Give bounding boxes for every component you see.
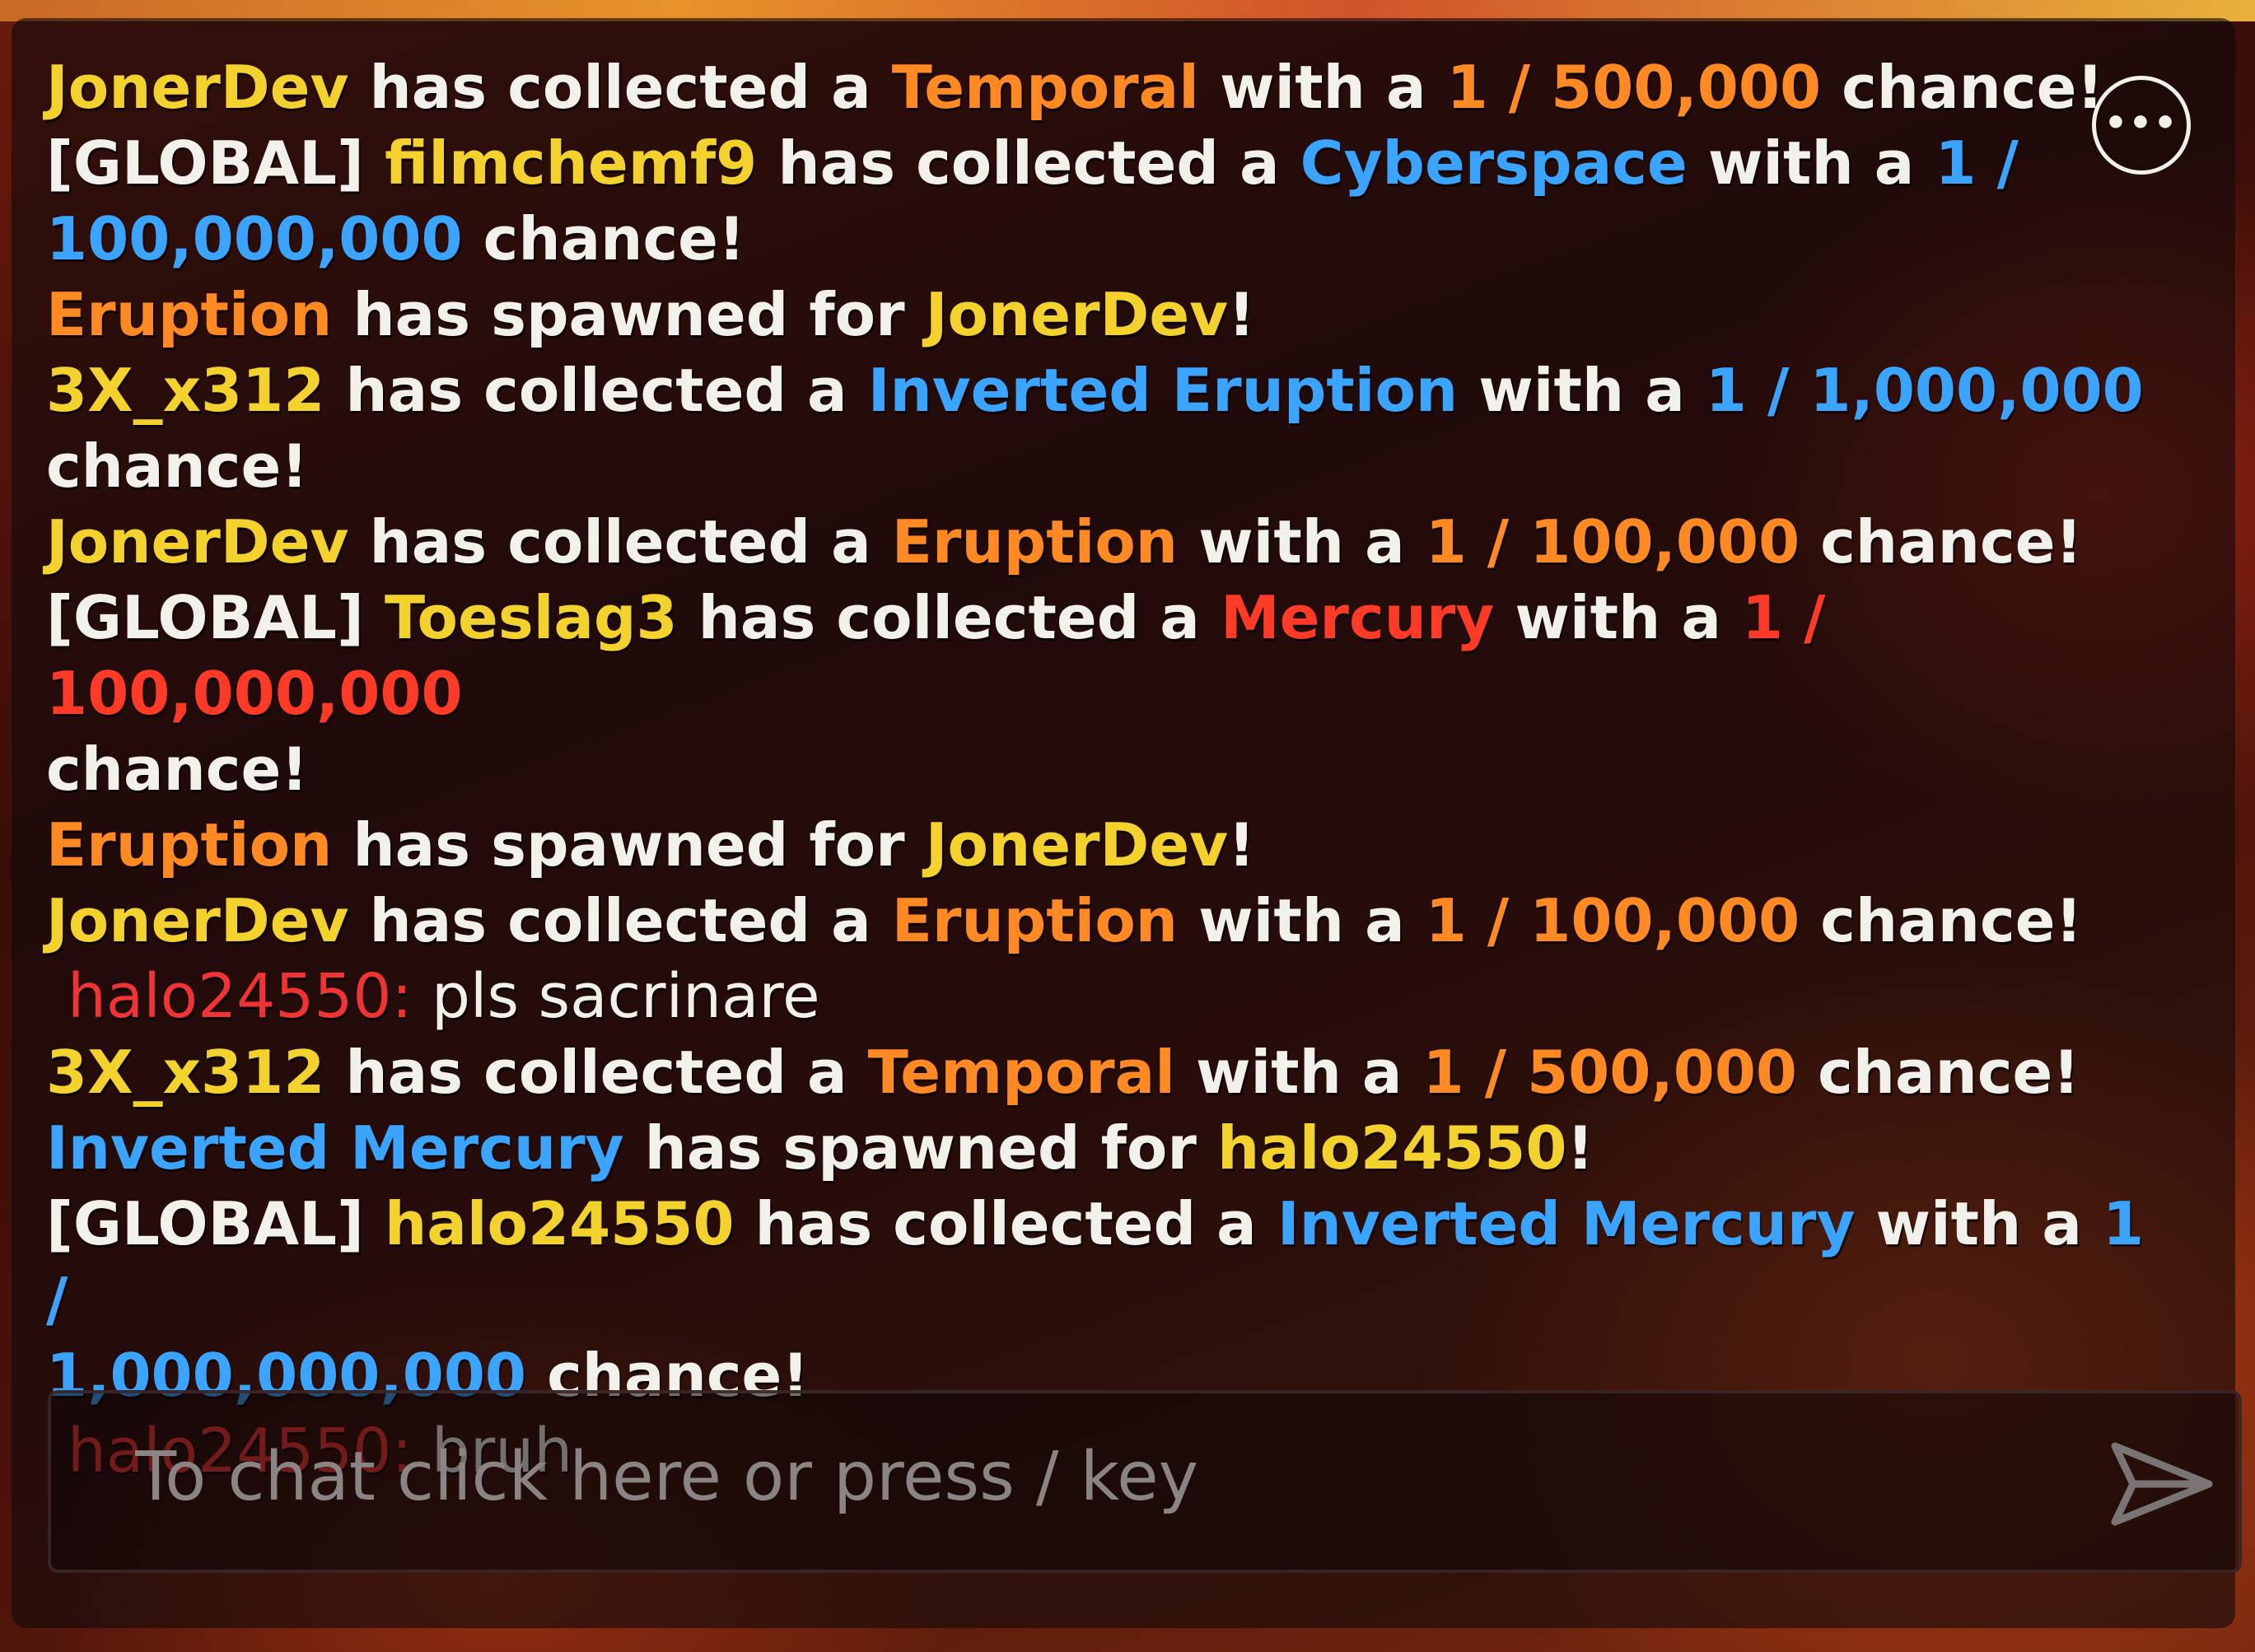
more-options-icon: ••• [2103,101,2179,144]
chat-message-text: pls sacrinare [412,961,820,1032]
system-message: [GLOBAL] filmchemf9 has collected a Cybe… [46,125,2155,201]
message-segment: Inverted Mercury [46,1113,624,1183]
message-segment: has collected a [348,53,892,122]
system-message: chance! [46,731,2155,807]
message-segment: 3X_x312 [46,356,325,425]
message-segment: chance! [46,432,309,501]
message-segment: halo24550 [1216,1113,1567,1183]
message-segment: with a [1494,583,1742,652]
system-message: JonerDev has collected a Temporal with a… [46,49,2155,125]
message-segment: [GLOBAL] [46,583,385,652]
message-segment: chance! [1800,886,2083,955]
chat-menu-button[interactable]: ••• [2092,76,2191,175]
system-message: [GLOBAL] halo24550 has collected a Inver… [46,1186,2155,1337]
message-segment: Temporal [867,1038,1175,1107]
message-segment: has collected a [348,507,892,576]
message-segment: 1 / [1935,128,2019,198]
message-segment: has collected a [734,1189,1277,1258]
message-segment: JonerDev [46,886,349,955]
message-segment: 3X_x312 [46,1038,325,1107]
message-segment: JonerDev [925,280,1229,349]
message-segment: chance! [1800,507,2083,576]
chat-log: JonerDev has collected a Temporal with a… [46,49,2155,1489]
message-segment: has collected a [324,1038,868,1107]
message-segment: has spawned for [332,280,926,349]
message-segment: with a [1174,1038,1423,1107]
system-message: 3X_x312 has collected a Inverted Eruptio… [46,352,2155,428]
message-segment: [GLOBAL] [46,1189,385,1258]
message-segment: chance! [46,735,309,804]
system-message: 100,000,000 chance! [46,201,2155,277]
message-segment: JonerDev [46,507,349,576]
message-segment: Eruption [46,810,333,880]
message-segment: chance! [1797,1038,2080,1107]
message-segment: [GLOBAL] [46,128,385,198]
message-segment: filmchemf9 [384,128,758,198]
message-segment: Eruption [891,886,1179,955]
message-segment: with a [1178,886,1426,955]
message-segment: halo24550 [384,1189,735,1258]
message-segment: ! [1228,810,1255,880]
message-segment: has collected a [677,583,1221,652]
message-segment: 1 / 500,000 [1422,1038,1798,1107]
chat-message: halo24550: pls sacrinare [46,959,2155,1034]
message-segment: Cyberspace [1300,128,1688,198]
message-segment: has spawned for [623,1113,1217,1183]
message-segment: 1 / 100,000 [1425,886,1800,955]
system-message: JonerDev has collected a Eruption with a… [46,504,2155,580]
message-segment: 1 / 500,000 [1446,53,1822,122]
chat-input-box[interactable] [48,1390,2242,1573]
message-segment: Eruption [891,507,1179,576]
message-segment: Eruption [46,280,333,349]
message-segment: chance! [1821,53,2104,122]
chat-input[interactable] [133,1426,2031,1527]
message-segment: 1 / 1,000,000 [1705,356,2144,425]
message-segment: Toeslag3 [384,583,678,652]
message-segment: with a [1458,356,1706,425]
message-segment: with a [1198,53,1447,122]
system-message: Eruption has spawned for JonerDev! [46,807,2155,883]
message-segment: chance! [462,204,745,273]
system-message: 3X_x312 has collected a Temporal with a … [46,1034,2155,1110]
message-segment: has collected a [348,886,892,955]
chat-username[interactable]: halo24550: [68,961,412,1032]
system-message: chance! [46,428,2155,504]
message-segment: Inverted Mercury [1277,1189,1856,1258]
message-segment: Inverted Eruption [867,356,1459,425]
message-segment: JonerDev [925,810,1229,880]
message-segment: has collected a [757,128,1300,198]
message-segment: with a [1178,507,1426,576]
message-segment: has spawned for [332,810,926,880]
message-segment: ! [1566,1113,1594,1183]
system-message: Eruption has spawned for JonerDev! [46,277,2155,352]
message-segment: JonerDev [46,53,349,122]
send-arrow-icon[interactable] [2108,1435,2215,1533]
message-segment: Mercury [1220,583,1495,652]
message-segment: 1 / 100,000 [1425,507,1800,576]
message-segment: has collected a [324,356,868,425]
system-message: Inverted Mercury has spawned for halo245… [46,1110,2155,1186]
game-screen: JonerDev has collected a Temporal with a… [0,0,2255,1652]
system-message: [GLOBAL] Toeslag3 has collected a Mercur… [46,580,2155,731]
message-segment: with a [1687,128,1935,198]
message-segment: Temporal [891,53,1199,122]
system-message: JonerDev has collected a Eruption with a… [46,883,2155,959]
message-segment: ! [1228,280,1255,349]
message-segment: 100,000,000 [46,204,463,273]
message-segment: with a [1855,1189,2103,1258]
